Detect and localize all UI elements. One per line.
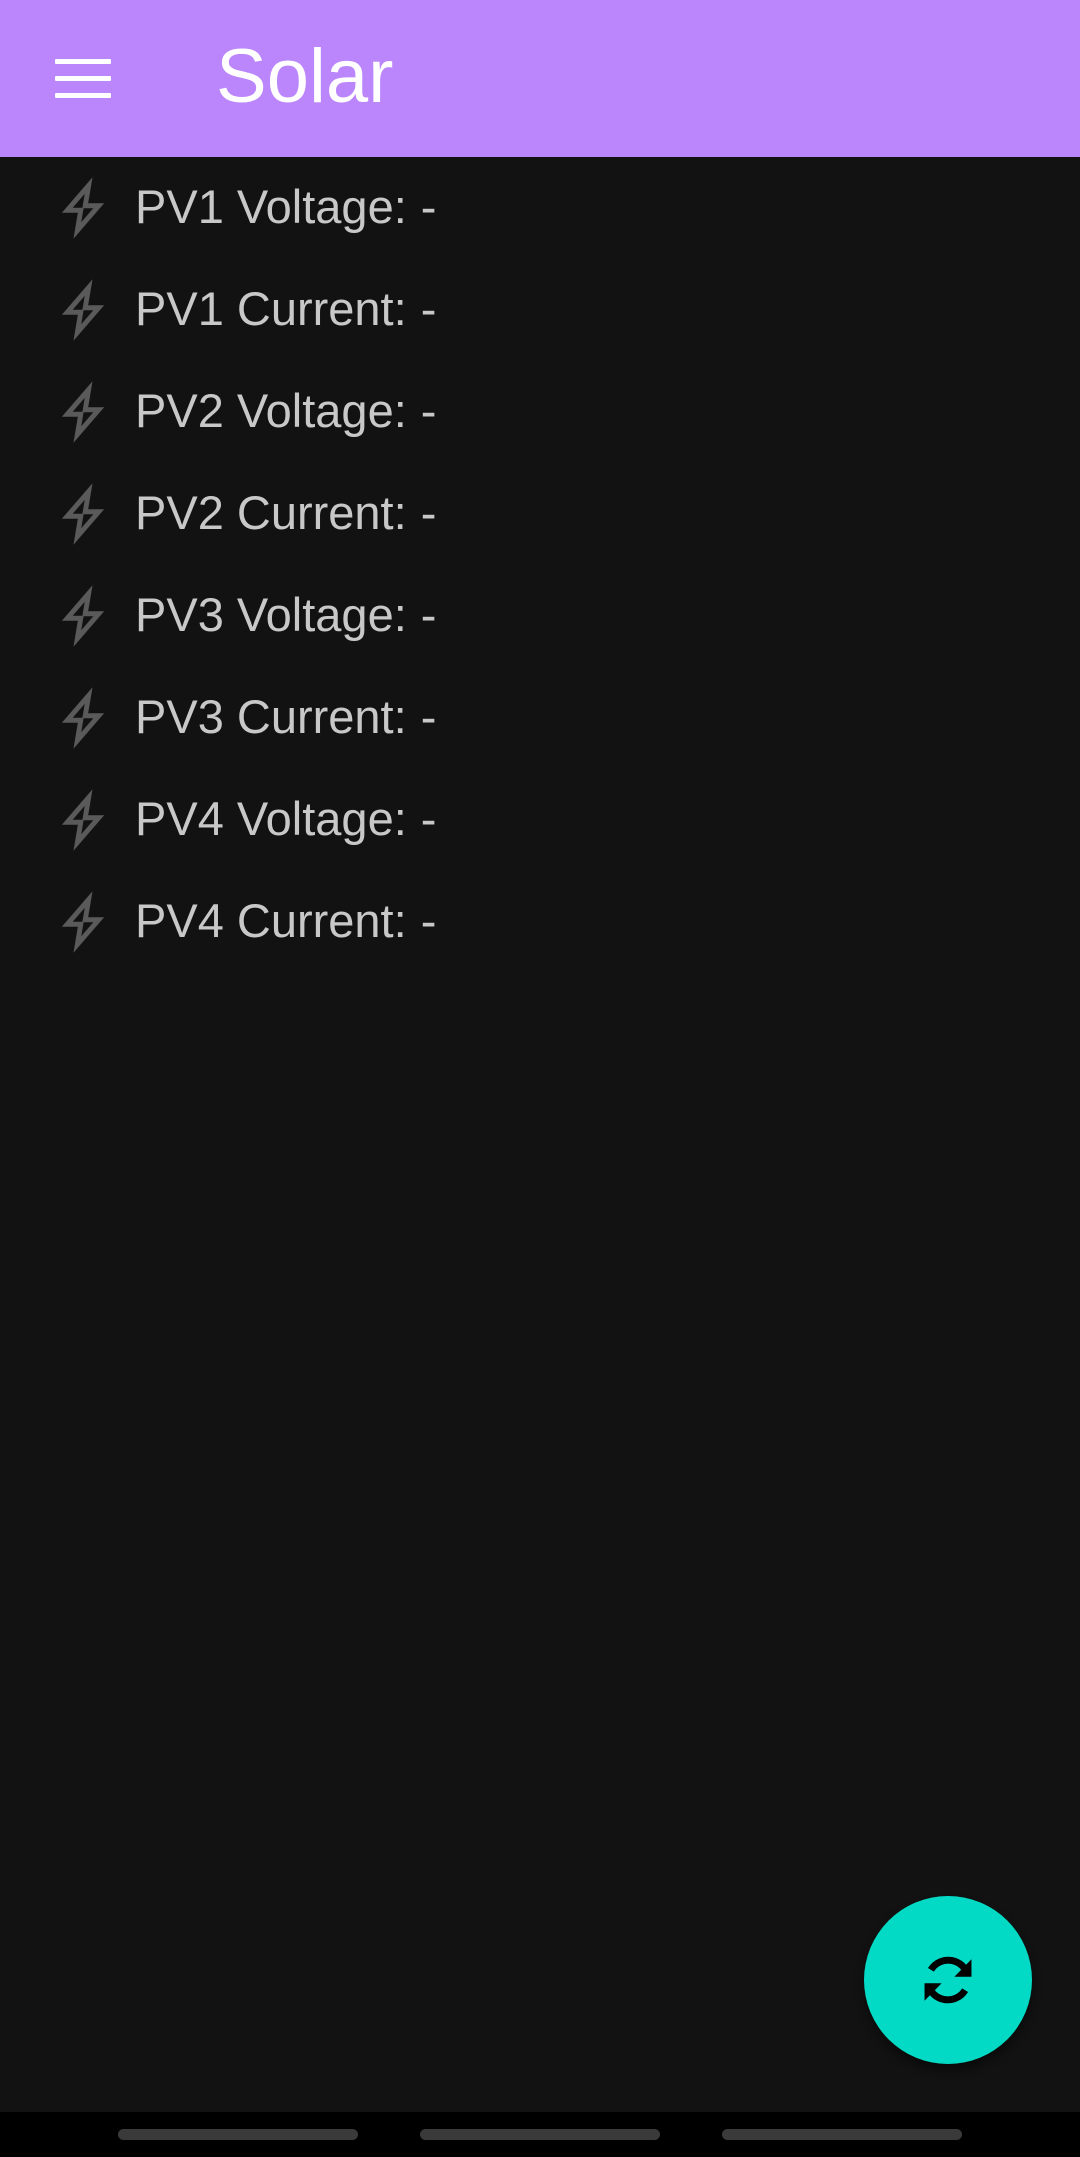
nav-pill-left[interactable] [118, 2129, 358, 2140]
menu-icon [55, 59, 111, 99]
menu-button[interactable] [40, 36, 126, 122]
bolt-icon [61, 687, 105, 749]
reading-row-pv3-voltage: PV3 Voltage: - [0, 565, 1080, 667]
reading-value: - [420, 690, 437, 743]
refresh-icon [924, 1956, 972, 2004]
reading-row-pv2-current: PV2 Current: - [0, 463, 1080, 565]
bolt-icon [61, 381, 105, 443]
app-title: Solar [216, 34, 394, 119]
reading-label: PV2 Voltage: [135, 384, 407, 437]
refresh-button[interactable] [864, 1896, 1032, 2064]
bolt-icon [61, 891, 105, 953]
reading-value: - [420, 792, 437, 845]
nav-pill-center[interactable] [420, 2129, 660, 2140]
reading-value: - [420, 588, 437, 641]
reading-value: - [420, 894, 437, 947]
reading-row-pv1-current: PV1 Current: - [0, 259, 1080, 361]
reading-value: - [420, 282, 437, 335]
reading-row-pv4-current: PV4 Current: - [0, 871, 1080, 973]
bolt-icon [61, 585, 105, 647]
bolt-icon [61, 177, 105, 239]
reading-label: PV4 Voltage: [135, 792, 407, 845]
bolt-icon [61, 279, 105, 341]
reading-label: PV2 Current: [135, 486, 407, 539]
system-navigation-bar [0, 2112, 1080, 2157]
bolt-icon [61, 483, 105, 545]
solar-screen: Solar PV1 Voltage: - PV1 Current: - PV2 Vo… [0, 0, 1080, 2157]
reading-row-pv2-voltage: PV2 Voltage: - [0, 361, 1080, 463]
reading-row-pv4-voltage: PV4 Voltage: - [0, 769, 1080, 871]
reading-label: PV3 Voltage: [135, 588, 407, 641]
nav-pill-right[interactable] [722, 2129, 962, 2140]
reading-value: - [420, 180, 437, 233]
reading-value: - [420, 384, 437, 437]
reading-label: PV3 Current: [135, 690, 407, 743]
reading-label: PV1 Current: [135, 282, 407, 335]
bolt-icon [61, 789, 105, 851]
reading-label: PV1 Voltage: [135, 180, 407, 233]
reading-row-pv1-voltage: PV1 Voltage: - [0, 157, 1080, 259]
reading-row-pv3-current: PV3 Current: - [0, 667, 1080, 769]
app-bar: Solar [0, 0, 1080, 157]
reading-value: - [420, 486, 437, 539]
reading-label: PV4 Current: [135, 894, 407, 947]
